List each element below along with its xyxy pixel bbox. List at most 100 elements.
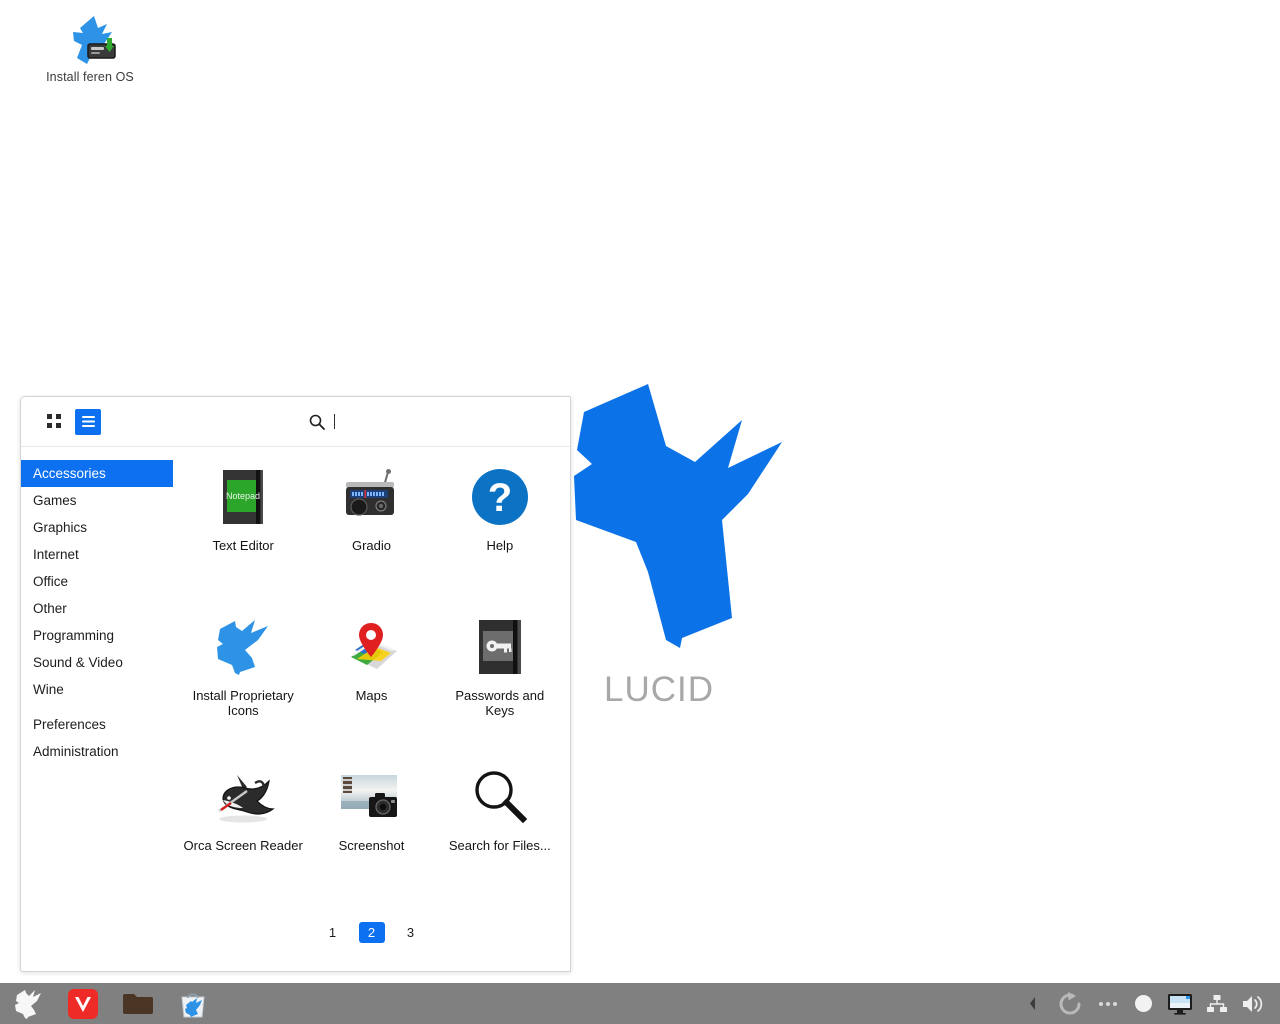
refresh-icon bbox=[1059, 991, 1081, 1015]
page-button-1[interactable]: 1 bbox=[320, 922, 346, 943]
text-cursor bbox=[334, 414, 335, 429]
app-label: Text Editor bbox=[212, 538, 274, 553]
app-label: Help bbox=[486, 538, 514, 553]
sidebar-item-other[interactable]: Other bbox=[21, 595, 173, 622]
category-label: Other bbox=[33, 601, 67, 616]
app-item-search-for-files[interactable]: Search for Files... bbox=[436, 755, 564, 905]
grid-view-icon bbox=[46, 414, 61, 428]
apps-pane: Notepad Text Editor Gradio ? Help Instal… bbox=[173, 447, 570, 971]
view-toggle-group[interactable] bbox=[41, 408, 101, 435]
desktop-branding: LUCID bbox=[570, 372, 800, 709]
menu-button[interactable] bbox=[0, 983, 55, 1024]
app-label: Install Proprietary Icons bbox=[192, 688, 294, 718]
folder-icon bbox=[122, 993, 153, 1014]
feren-menu-icon bbox=[14, 989, 41, 1019]
software-store-button[interactable] bbox=[165, 983, 220, 1024]
help-question-icon: ? bbox=[468, 465, 532, 529]
menu-body: Accessories Games Graphics Internet Offi… bbox=[21, 447, 570, 971]
software-store-icon bbox=[180, 992, 205, 1017]
search-input[interactable] bbox=[334, 410, 534, 434]
maps-pin-icon bbox=[339, 615, 403, 679]
list-view-toggle[interactable] bbox=[75, 408, 101, 435]
sidebar-item-internet[interactable]: Internet bbox=[21, 541, 173, 568]
vivaldi-icon bbox=[67, 988, 98, 1019]
volume-control-button[interactable] bbox=[1236, 983, 1270, 1024]
grid-view-toggle[interactable] bbox=[41, 409, 67, 435]
feren-install-icon bbox=[36, 14, 144, 66]
app-item-text-editor[interactable]: Notepad Text Editor bbox=[179, 455, 307, 605]
application-menu-panel[interactable]: Accessories Games Graphics Internet Offi… bbox=[20, 396, 571, 972]
category-label: Programming bbox=[33, 628, 115, 643]
svg-text:?: ? bbox=[488, 476, 512, 520]
category-separator bbox=[21, 703, 173, 711]
vivaldi-browser-button[interactable] bbox=[55, 983, 110, 1024]
app-item-install-proprietary-icons[interactable]: Install Proprietary Icons bbox=[179, 605, 307, 755]
orca-whale-icon bbox=[211, 765, 275, 829]
app-label: Orca Screen Reader bbox=[183, 838, 303, 853]
search-area[interactable] bbox=[309, 397, 534, 446]
monitor-icon bbox=[1168, 993, 1192, 1015]
category-label: Internet bbox=[33, 547, 79, 562]
app-label: Gradio bbox=[351, 538, 391, 553]
app-item-gradio[interactable]: Gradio bbox=[307, 455, 435, 605]
sidebar-item-accessories[interactable]: Accessories bbox=[21, 460, 173, 487]
category-label: Accessories bbox=[33, 466, 106, 481]
desktop[interactable]: Install feren OS LUCID Accessories Games… bbox=[0, 0, 1280, 1024]
system-tray[interactable] bbox=[1016, 983, 1280, 1024]
sidebar-item-preferences[interactable]: Preferences bbox=[21, 711, 173, 738]
category-label: Games bbox=[33, 493, 77, 508]
sidebar-item-games[interactable]: Games bbox=[21, 487, 173, 514]
pagination[interactable]: 1 2 3 bbox=[173, 911, 570, 971]
speaker-icon bbox=[1243, 995, 1263, 1012]
feren-bird-logo bbox=[574, 384, 782, 648]
category-label: Sound & Video bbox=[33, 655, 123, 670]
desktop-icon-label: Install feren OS bbox=[46, 70, 134, 84]
taskbar[interactable] bbox=[0, 983, 1280, 1024]
desktop-icon-install-feren-os[interactable]: Install feren OS bbox=[36, 14, 144, 84]
category-label: Office bbox=[33, 574, 69, 589]
sidebar-item-sound-and-video[interactable]: Sound & Video bbox=[21, 649, 173, 676]
file-manager-button[interactable] bbox=[110, 983, 165, 1024]
app-item-help[interactable]: ? Help bbox=[436, 455, 564, 605]
category-label: Administration bbox=[33, 744, 119, 759]
page-button-3[interactable]: 3 bbox=[398, 922, 424, 943]
taskbar-launchers[interactable] bbox=[0, 983, 220, 1024]
category-label: Graphics bbox=[33, 520, 88, 535]
passwords-keys-icon bbox=[468, 615, 532, 679]
gradio-radio-icon bbox=[339, 465, 403, 529]
sidebar-item-office[interactable]: Office bbox=[21, 568, 173, 595]
three-dots-icon bbox=[1099, 1001, 1117, 1006]
sidebar-item-wine[interactable]: Wine bbox=[21, 676, 173, 703]
app-item-orca-screen-reader[interactable]: Orca Screen Reader bbox=[179, 755, 307, 905]
update-manager-button[interactable] bbox=[1051, 983, 1089, 1024]
network-status-button[interactable] bbox=[1201, 983, 1233, 1024]
app-label: Screenshot bbox=[338, 838, 405, 853]
app-item-passwords-and-keys[interactable]: Passwords and Keys bbox=[436, 605, 564, 755]
network-icon bbox=[1207, 994, 1227, 1012]
category-label: Preferences bbox=[33, 717, 106, 732]
text-editor-icon: Notepad bbox=[211, 465, 275, 529]
app-item-maps[interactable]: Maps bbox=[307, 605, 435, 755]
chevron-left-icon bbox=[1029, 997, 1035, 1010]
app-label: Passwords and Keys bbox=[455, 688, 545, 718]
display-settings-button[interactable] bbox=[1162, 983, 1198, 1024]
category-label: Wine bbox=[33, 682, 64, 697]
sidebar-item-graphics[interactable]: Graphics bbox=[21, 514, 173, 541]
app-label: Maps bbox=[355, 688, 388, 703]
list-view-icon bbox=[81, 416, 95, 427]
sidebar-item-programming[interactable]: Programming bbox=[21, 622, 173, 649]
tray-expand-button[interactable] bbox=[1016, 983, 1048, 1024]
feren-bird-icon bbox=[211, 615, 275, 679]
tray-indicator-button[interactable] bbox=[1127, 983, 1159, 1024]
app-item-screenshot[interactable]: Screenshot bbox=[307, 755, 435, 905]
tray-more-button[interactable] bbox=[1092, 983, 1124, 1024]
search-files-icon bbox=[468, 765, 532, 829]
category-list[interactable]: Accessories Games Graphics Internet Offi… bbox=[21, 447, 173, 971]
branding-text: LUCID bbox=[604, 670, 715, 709]
menu-header bbox=[21, 397, 570, 447]
app-label: Search for Files... bbox=[448, 838, 551, 853]
circle-icon bbox=[1134, 995, 1152, 1012]
page-button-2[interactable]: 2 bbox=[358, 921, 385, 943]
sidebar-item-administration[interactable]: Administration bbox=[21, 738, 173, 765]
svg-text:Notepad: Notepad bbox=[226, 491, 260, 501]
